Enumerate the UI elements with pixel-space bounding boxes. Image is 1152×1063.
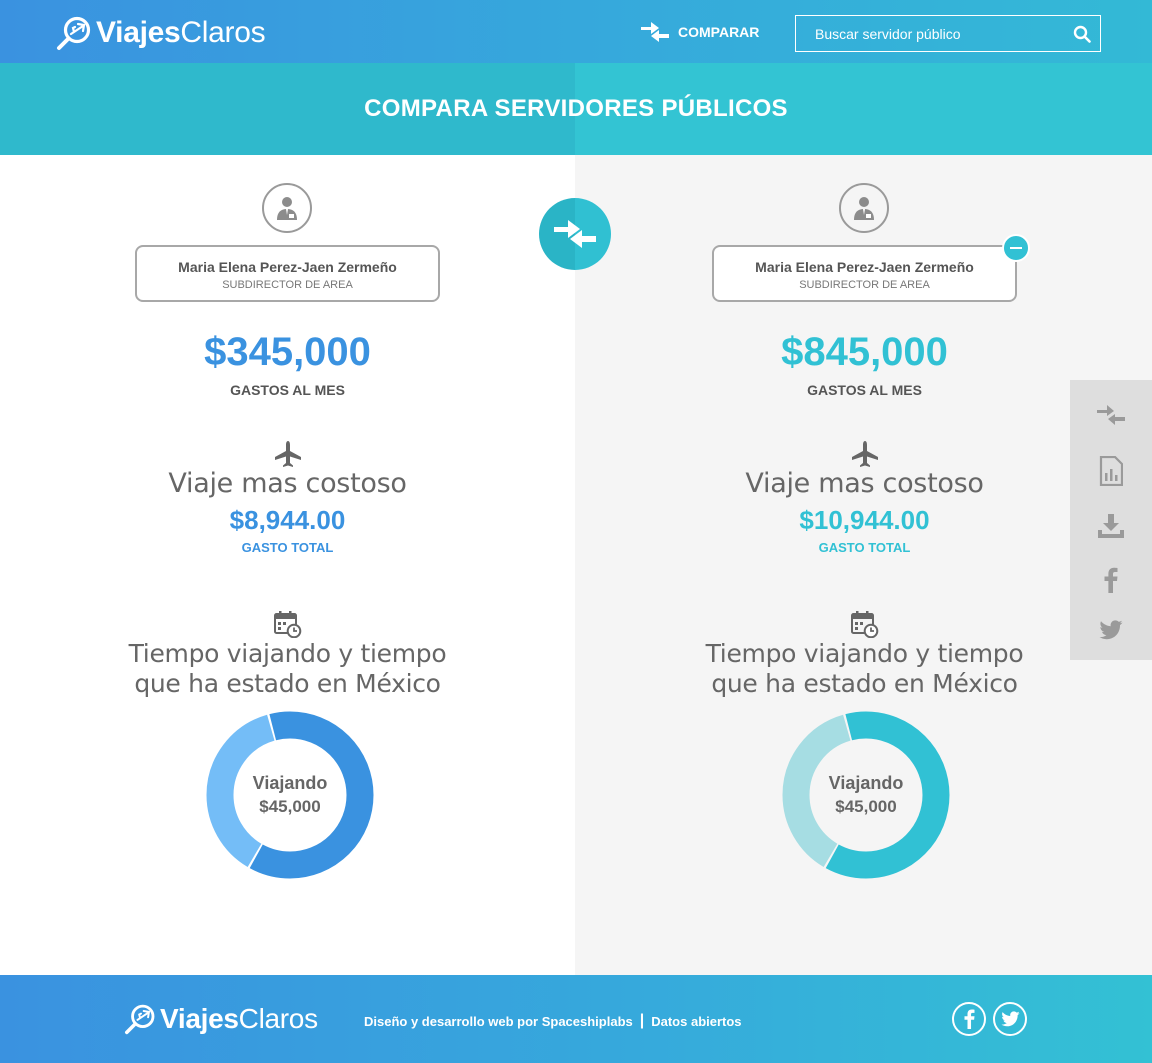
compare-arrows-icon [554,220,596,248]
logo-magnifier-plane-icon [125,1004,155,1035]
plane-icon-wrap [0,440,575,468]
monthly-spending-amount: $845,000 [781,330,948,374]
time-title-line-1: Tiempo viajando y tiempo [128,639,447,668]
plane-icon-wrap [577,440,1152,468]
twitter-icon [1000,1011,1020,1027]
search-input[interactable] [796,16,1064,51]
monthly-spending-label: GASTOS AL MES [807,382,922,398]
most-expensive-trip-title: Viaje mas costoso [168,468,407,499]
sidebar-report-button[interactable] [1070,451,1152,491]
plane-icon [274,441,301,467]
left-comparison-column: Maria Elena Perez-Jaen Zermeño SUBDIRECT… [0,155,575,975]
compare-arrows-icon [641,22,669,42]
page-banner: COMPARA SERVIDORES PÚBLICOS [0,63,1152,155]
footer-facebook-button[interactable] [952,1002,986,1036]
official-name-card[interactable]: Maria Elena Perez-Jaen Zermeño SUBDIRECT… [135,245,440,302]
official-name-card[interactable]: Maria Elena Perez-Jaen Zermeño SUBDIRECT… [712,245,1017,302]
calendar-icon-wrap [577,610,1152,638]
compare-nav-label: COMPARAR [678,24,760,40]
footer-twitter-button[interactable] [993,1002,1027,1036]
right-comparison-column: Maria Elena Perez-Jaen Zermeño SUBDIRECT… [575,155,1152,975]
swap-officials-button[interactable] [539,198,611,270]
official-role: SUBDIRECTOR DE AREA [799,279,930,291]
search-icon[interactable] [1064,16,1100,51]
time-title-line-2: que ha estado en México [711,669,1018,698]
search-box [795,15,1101,52]
monthly-spending-amount: $345,000 [204,330,371,374]
open-data-link[interactable]: Datos abiertos [651,1014,741,1029]
sidebar-twitter-button[interactable] [1070,610,1152,650]
official-name: Maria Elena Perez-Jaen Zermeño [755,259,974,275]
top-navbar: ViajesClaros COMPARAR [0,0,1152,63]
logo-magnifier-plane-icon [57,16,91,50]
time-traveling-title: Tiempo viajando y tiempo que ha estado e… [577,639,1152,699]
logo-text-light: Claros [238,1003,318,1034]
twitter-icon [1099,620,1123,640]
facebook-icon [1104,567,1118,593]
compare-icon [1097,405,1125,425]
donut-center-label: Viajando $45,000 [205,710,375,880]
compare-nav-link[interactable]: COMPARAR [640,20,759,44]
credits-link[interactable]: Diseño y desarrollo web por Spaceshiplab… [364,1014,633,1029]
credits-separator: | [639,1012,645,1029]
sidebar-facebook-button[interactable] [1070,560,1152,600]
donut-label-text: Viajando [252,773,328,793]
avatar [262,183,312,233]
calendar-clock-icon [850,611,878,638]
logo-text-light: Claros [180,16,266,49]
donut-center-label: Viajando $45,000 [781,710,951,880]
time-title-line-1: Tiempo viajando y tiempo [705,639,1024,668]
sidebar-compare-button[interactable] [1070,395,1152,435]
official-name: Maria Elena Perez-Jaen Zermeño [178,259,397,275]
time-title-line-2: que ha estado en México [134,669,441,698]
official-role: SUBDIRECTOR DE AREA [222,279,353,291]
user-icon [277,197,297,220]
time-traveling-title: Tiempo viajando y tiempo que ha estado e… [0,639,575,699]
remove-official-button[interactable] [1002,234,1030,262]
site-logo[interactable]: ViajesClaros [56,15,266,51]
report-icon [1099,456,1123,486]
calendar-clock-icon [273,611,301,638]
logo-text-bold: Viajes [160,1003,239,1034]
user-icon [854,197,874,220]
download-icon [1098,514,1124,538]
page-title: COMPARA SERVIDORES PÚBLICOS [364,95,788,122]
trip-total-label: GASTO TOTAL [241,540,334,555]
plane-icon [851,441,878,467]
logo-text-bold: Viajes [96,16,181,49]
side-share-toolbar [1070,380,1152,660]
donut-value-text: $45,000 [259,797,321,816]
avatar [839,183,889,233]
sidebar-download-button[interactable] [1070,506,1152,546]
trip-total-label: GASTO TOTAL [818,540,911,555]
travel-time-donut-chart: Viajando $45,000 [781,710,951,880]
footer-credits: Diseño y desarrollo web por Spaceshiplab… [364,1012,742,1030]
trip-amount: $10,944.00 [799,505,930,535]
monthly-spending-label: GASTOS AL MES [230,382,345,398]
donut-value-text: $45,000 [835,797,897,816]
trip-amount: $8,944.00 [229,505,346,535]
footer-logo[interactable]: ViajesClaros [124,1001,318,1037]
donut-label-text: Viajando [828,773,904,793]
most-expensive-trip-title: Viaje mas costoso [745,468,984,499]
travel-time-donut-chart: Viajando $45,000 [205,710,375,880]
site-footer: ViajesClaros Diseño y desarrollo web por… [0,975,1152,1063]
calendar-icon-wrap [0,610,575,638]
facebook-icon [964,1009,974,1029]
